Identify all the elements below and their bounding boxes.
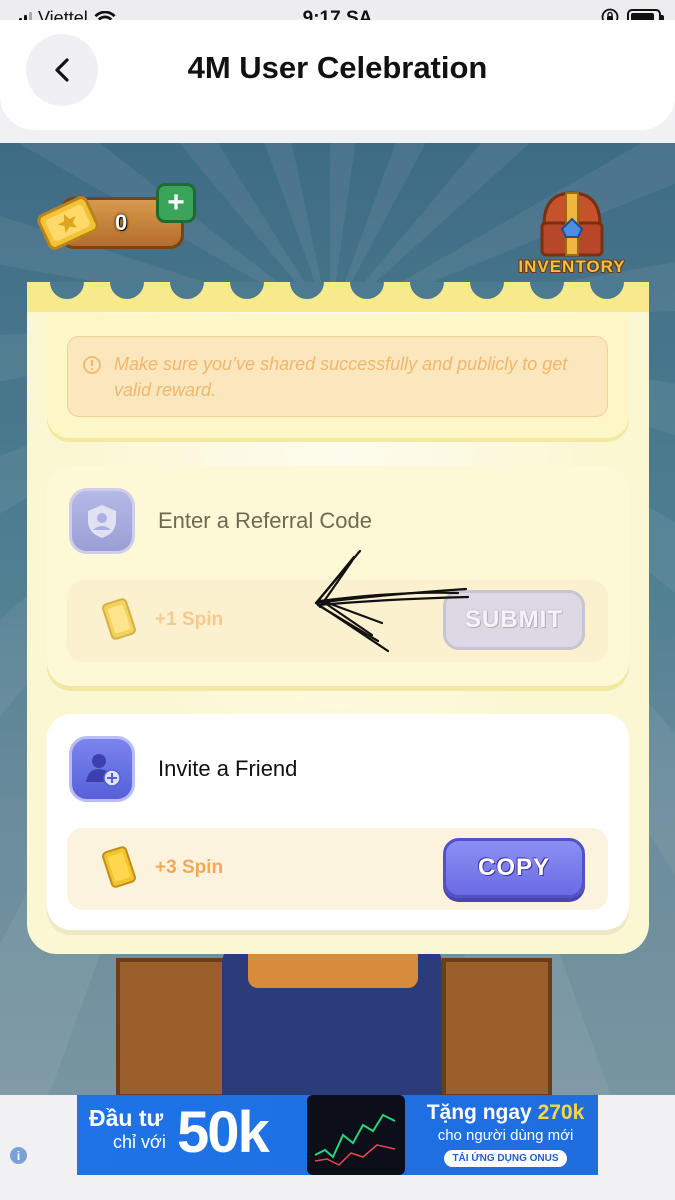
ad-promo-amount: 270k xyxy=(537,1101,585,1124)
notice-text: Make sure you’ve shared successfully and… xyxy=(114,354,568,400)
inventory-button[interactable]: INVENTORY xyxy=(504,185,640,277)
copy-button[interactable]: COPY xyxy=(443,838,585,898)
ad-promo-sub: cho người dùng mới xyxy=(437,1127,574,1144)
ad-left-text: Đầu tư chỉ với xyxy=(89,1105,166,1153)
crate-right xyxy=(442,958,552,1095)
ad-info-icon[interactable]: i xyxy=(10,1147,27,1164)
ad-phone-image xyxy=(307,1095,405,1175)
referral-title: Enter a Referral Code xyxy=(158,508,372,533)
ad-promo-prefix: Tặng ngay xyxy=(426,1101,532,1124)
panel-scallop-edge xyxy=(27,282,649,312)
invite-reward-text: +3 Spin xyxy=(155,857,224,878)
ad-line1: Đầu tư xyxy=(89,1105,164,1131)
add-user-icon xyxy=(69,736,135,802)
ad-line2: chỉ với xyxy=(113,1132,166,1152)
hand-drawn-arrow xyxy=(314,549,470,653)
ad-banner[interactable]: Đầu tư chỉ với 50k Tặng ngay 270k cho ng… xyxy=(77,1095,598,1175)
page-title: 4M User Celebration xyxy=(187,50,488,85)
add-tickets-button[interactable]: + xyxy=(156,183,196,223)
invite-title: Invite a Friend xyxy=(158,756,298,781)
ticket-icon xyxy=(102,846,136,888)
inventory-label: INVENTORY xyxy=(518,257,626,276)
info-icon xyxy=(83,356,101,374)
ad-right-text: Tặng ngay 270k cho người dùng mới TẢI ỨN… xyxy=(413,1101,598,1167)
referral-shield-icon xyxy=(69,488,135,554)
invite-reward-row: +3 Spin COPY xyxy=(67,828,608,910)
ad-amount: 50k xyxy=(177,1100,270,1165)
notice-box: Make sure you’ve shared successfully and… xyxy=(67,336,608,417)
ticket-count: 0 xyxy=(115,210,128,235)
crate-left xyxy=(116,958,236,1095)
ad-area: i Đầu tư chỉ với 50k Tặng ngay 270k cho … xyxy=(0,1095,675,1200)
ad-promo: Tặng ngay 270k xyxy=(413,1101,598,1125)
treasure-chest-icon xyxy=(540,191,604,257)
ad-cta-button[interactable]: TẢI ỨNG DỤNG ONUS xyxy=(444,1150,567,1167)
app-header: 4M User Celebration xyxy=(0,20,675,130)
referral-reward-text: +1 Spin xyxy=(155,609,224,630)
ticket-icon xyxy=(37,196,99,250)
invite-card: Invite a Friend +3 Spin COPY xyxy=(47,714,629,930)
ticket-icon xyxy=(102,598,136,640)
